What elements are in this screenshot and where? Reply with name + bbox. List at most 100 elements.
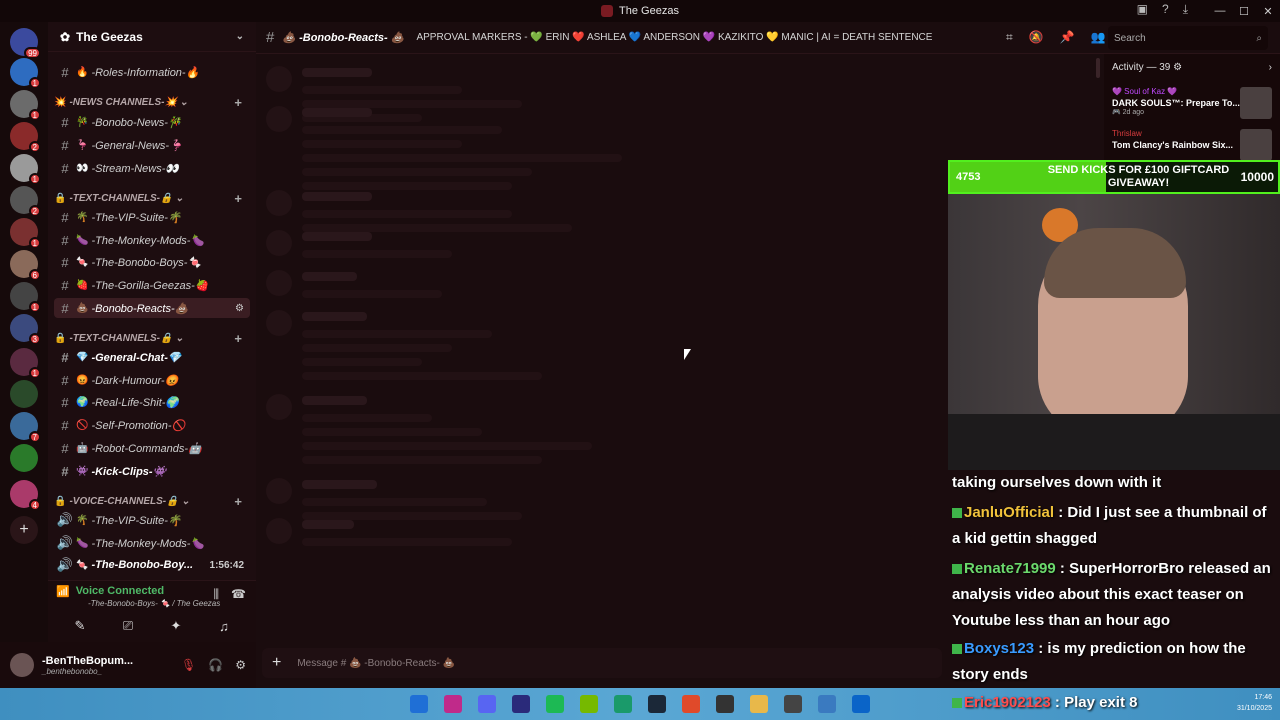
channel-item[interactable]: # 💩 -Bonobo-Reacts-💩 ⚙ [54,298,250,318]
app-icon[interactable] [444,695,462,713]
maximize-button[interactable]: ☐ [1232,0,1256,22]
voice-channel-item[interactable]: 🔊 🍆 -The-Monkey-Mods-🍆 [54,533,250,553]
window-title: The Geezas [619,5,679,17]
members-icon[interactable]: 👥 [1091,30,1106,45]
server-icon[interactable]: 99 [10,28,41,59]
guild-header[interactable]: ✿ The Geezas ⌄ [48,22,256,52]
chat-message: Renate71999 : SuperHorrorBro released an… [952,560,1271,629]
server-icon[interactable]: 2 [10,186,41,217]
channel-item[interactable]: # 🍓 -The-Gorilla-Geezas-🍓 [54,275,250,295]
app-icon[interactable] [784,695,802,713]
start-icon[interactable] [410,695,428,713]
channel-category[interactable]: 🔒 -TEXT-CHANNELS-🔒 ⌄ + [54,188,250,208]
minimize-button[interactable]: — [1208,0,1232,22]
folder-icon[interactable] [750,695,768,713]
server-icon[interactable] [10,444,38,472]
channel-item[interactable]: # 🤖 -Robot-Commands-🤖 [54,438,250,458]
camera-button[interactable]: ✎ [60,615,100,637]
add-channel-icon[interactable]: + [234,494,242,509]
hash-icon: # [61,440,69,456]
mouse-cursor-icon [684,349,691,360]
hash-icon: # [61,372,69,388]
app-icon[interactable] [716,695,734,713]
channel-topic[interactable]: APPROVAL MARKERS - 💚 ERIN ❤️ ASHLEA 💙 AN… [416,32,932,43]
screen-share-button[interactable]: ⎚ [108,615,148,637]
browser-icon[interactable] [682,695,700,713]
mute-icon[interactable]: 🎙 [181,658,196,672]
channel-item[interactable]: # 🎋 -Bonobo-News-🎋 [54,112,250,132]
server-icon[interactable]: 4 [10,480,41,511]
channel-category[interactable]: 🔒 -TEXT-CHANNELS-🔒 ⌄ + [54,328,250,348]
channel-item[interactable]: # 💎 -General-Chat-💎 [54,347,250,367]
game-thumbnail [1240,87,1272,119]
avatar[interactable] [10,653,34,677]
chevron-right-icon[interactable]: › [1269,62,1272,73]
placeholder-avatar [266,66,292,92]
chat-user: JanluOfficial [964,504,1055,521]
server-icon[interactable]: 7 [10,412,41,443]
deafen-icon[interactable]: 🎧 [208,658,223,672]
threads-icon[interactable]: ⌗ [1006,30,1013,45]
server-icon[interactable]: 1 [10,90,41,121]
channel-item[interactable]: # 👀 -Stream-News-👀 [54,158,250,178]
channel-settings-icon[interactable]: ⚙ [235,303,244,314]
server-icon[interactable]: 6 [10,250,41,281]
steam-icon[interactable] [648,695,666,713]
outlook-icon[interactable] [852,695,870,713]
channel-title: 💩 -Bonobo-Reacts- 💩 [282,32,405,44]
server-icon[interactable]: 1 [10,58,41,89]
help-icon[interactable]: ? [1162,2,1169,17]
pin-icon[interactable]: 📌 [1060,30,1075,45]
guild-icon: ✿ [60,29,71,44]
channel-item[interactable]: # 🌴 -The-VIP-Suite-🌴 [54,207,250,227]
activities-button[interactable]: ✦ [156,615,196,637]
voice-channel-item[interactable]: 🔊 🍬 -The-Bonobo-Boy... 1:56:42 [54,555,250,575]
message-input[interactable]: + Message # 💩 -Bonobo-Reacts- 💩 [262,648,942,678]
activity-item[interactable]: 💜 Soul of Kaz 💜 DARK SOULS™: Prepare To.… [1112,87,1272,129]
channel-item[interactable]: # 🍆 -The-Monkey-Mods-🍆 [54,230,250,250]
app-icon[interactable] [818,695,836,713]
scrollbar[interactable] [1096,58,1100,78]
channel-emoji: 🔥 [76,66,89,78]
placeholder-avatar [266,270,292,296]
gear-icon[interactable]: ⚙ [235,658,246,672]
discord-icon[interactable] [478,695,496,713]
voice-channel-item[interactable]: 🔊 🌴 -The-VIP-Suite-🌴 [54,510,250,530]
nvidia-icon[interactable] [580,695,598,713]
add-server-icon[interactable]: + [10,516,38,544]
server-icon[interactable]: 1 [10,218,41,249]
placeholder-line [302,154,622,162]
search-input[interactable]: Search ⌕ [1108,26,1268,50]
spotify-icon[interactable] [546,695,564,713]
download-icon[interactable]: ⤓ [1183,2,1188,17]
add-channel-icon[interactable]: + [234,331,242,346]
notifications-icon[interactable]: 🔕 [1029,30,1044,45]
server-icon[interactable]: 1 [10,348,41,379]
user-panel: -BenTheBopum... _benthebonobo_ 🎙 🎧 ⚙ [0,642,256,688]
channel-category[interactable]: 💥 -NEWS CHANNELS-💥 ⌄ + [54,92,250,112]
hash-icon: # [61,417,69,433]
server-icon[interactable]: 3 [10,314,41,345]
channel-item[interactable]: # 😡 -Dark-Humour-😡 [54,370,250,390]
channel-item[interactable]: # 👾 -Kick-Clips-👾 [54,461,250,481]
inbox-icon[interactable]: ▣ [1137,2,1148,17]
close-button[interactable]: ✕ [1256,0,1280,22]
add-channel-icon[interactable]: + [234,191,242,206]
soundboard-button[interactable]: ♫ [204,615,244,637]
add-attachment-icon[interactable]: + [272,654,281,672]
server-icon[interactable] [10,380,38,408]
channel-item[interactable]: # 🚫 -Self-Promotion-🚫 [54,415,250,435]
channel-category[interactable]: 🔒 -VOICE-CHANNELS-🔒 ⌄ + [54,491,250,511]
premiere-icon[interactable] [512,695,530,713]
server-icon[interactable]: 2 [10,122,41,153]
channel-item[interactable]: # 🌍 -Real-Life-Shit-🌍 [54,392,250,412]
server-icon[interactable]: 1 [10,154,41,185]
channel-item[interactable]: # 🔥 -Roles-Information-🔥 [54,62,250,82]
app-icon[interactable] [614,695,632,713]
channel-item[interactable]: # 🍬 -The-Bonobo-Boys-🍬 [54,252,250,272]
placeholder-name [302,312,367,321]
channel-item[interactable]: # 🦩 -General-News-🦩 [54,135,250,155]
server-icon[interactable]: 1 [10,282,41,313]
add-channel-icon[interactable]: + [234,95,242,110]
disconnect-icon[interactable]: ☎ [231,587,246,602]
